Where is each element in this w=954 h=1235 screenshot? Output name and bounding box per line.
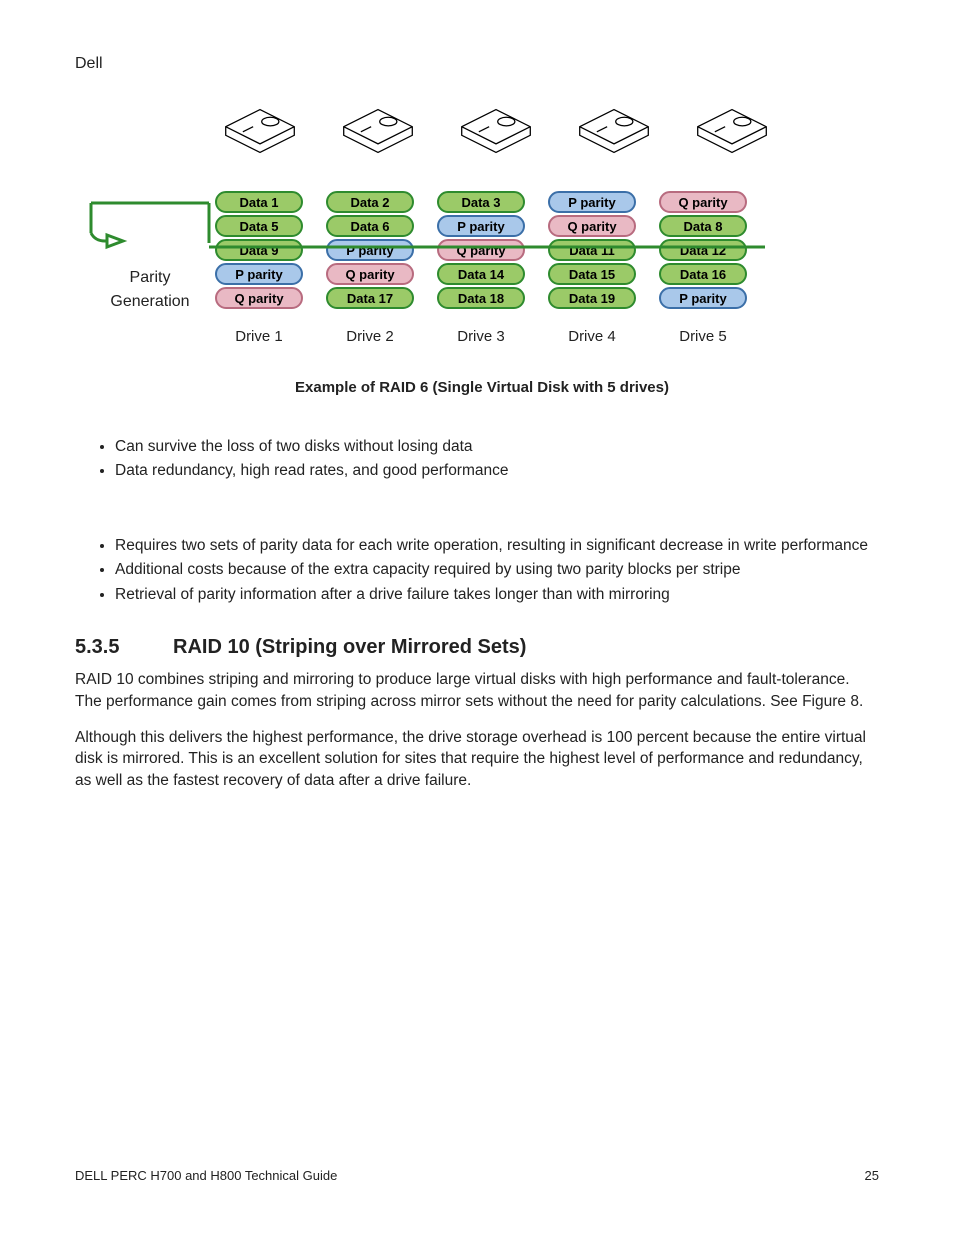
disk-icon [569, 101, 659, 161]
disk-icon [215, 101, 305, 161]
data-cell: Data 5 [215, 215, 303, 237]
drive-stack: Data 3P parityQ parityData 14Data 18 [437, 191, 525, 309]
parity-gen-column: Parity Generation [85, 191, 215, 314]
drive-stack: Data 1Data 5Data 9P parityQ parity [215, 191, 303, 309]
list-item: Retrieval of parity information after a … [115, 584, 879, 606]
data-cell: Data 12 [659, 239, 747, 261]
drive-stack: P parityQ parityData 11Data 15Data 19 [548, 191, 636, 309]
drive-stack: Data 2Data 6P parityQ parityData 17 [326, 191, 414, 309]
list-item: Requires two sets of parity data for eac… [115, 535, 879, 557]
data-cell: Data 18 [437, 287, 525, 309]
footer-left: DELL PERC H700 and H800 Technical Guide [75, 1168, 337, 1183]
section-heading: 5.3.5RAID 10 (Striping over Mirrored Set… [75, 636, 879, 659]
p-parity-cell: P parity [659, 287, 747, 309]
p-parity-cell: P parity [326, 239, 414, 261]
drive-label: Drive 5 [659, 328, 747, 345]
disk-icon [687, 101, 777, 161]
brand-label: Dell [75, 55, 879, 73]
cons-list: Requires two sets of parity data for eac… [75, 535, 879, 606]
list-item: Additional costs because of the extra ca… [115, 559, 879, 581]
section-para-2: Although this delivers the highest perfo… [75, 727, 879, 792]
figure-caption: Example of RAID 6 (Single Virtual Disk w… [85, 379, 879, 396]
q-parity-cell: Q parity [326, 263, 414, 285]
drive-stack: Q parityData 8Data 12Data 16P parity [659, 191, 747, 309]
data-cell: Data 1 [215, 191, 303, 213]
raid-row: Parity Generation Data 1Data 5Data 9P pa… [85, 191, 879, 314]
data-cell: Data 9 [215, 239, 303, 261]
disk-icon [451, 101, 541, 161]
stacks: Data 1Data 5Data 9P parityQ parityData 2… [215, 191, 747, 309]
data-cell: Data 16 [659, 263, 747, 285]
pros-list: Can survive the loss of two disks withou… [75, 436, 879, 483]
parity-gen-glyph [85, 201, 215, 261]
p-parity-cell: P parity [437, 215, 525, 237]
data-cell: Data 17 [326, 287, 414, 309]
q-parity-cell: Q parity [659, 191, 747, 213]
drive-label: Drive 1 [215, 328, 303, 345]
p-parity-cell: P parity [215, 263, 303, 285]
drive-icon-row [215, 101, 879, 161]
data-cell: Data 3 [437, 191, 525, 213]
q-parity-cell: Q parity [215, 287, 303, 309]
list-item: Can survive the loss of two disks withou… [115, 436, 879, 458]
page-footer: DELL PERC H700 and H800 Technical Guide … [75, 1168, 879, 1183]
data-cell: Data 2 [326, 191, 414, 213]
parity-label: Parity Generation [85, 266, 215, 314]
disk-icon [333, 101, 423, 161]
drive-label: Drive 3 [437, 328, 525, 345]
q-parity-cell: Q parity [437, 239, 525, 261]
raid6-diagram: Parity Generation Data 1Data 5Data 9P pa… [85, 101, 879, 396]
data-cell: Data 14 [437, 263, 525, 285]
drive-label: Drive 4 [548, 328, 636, 345]
drive-labels: Drive 1 Drive 2 Drive 3 Drive 4 Drive 5 [215, 328, 879, 345]
data-cell: Data 11 [548, 239, 636, 261]
footer-page-number: 25 [865, 1168, 879, 1183]
data-cell: Data 8 [659, 215, 747, 237]
list-item: Data redundancy, high read rates, and go… [115, 460, 879, 482]
p-parity-cell: P parity [548, 191, 636, 213]
data-cell: Data 6 [326, 215, 414, 237]
q-parity-cell: Q parity [548, 215, 636, 237]
section-para-1: RAID 10 combines striping and mirroring … [75, 669, 879, 712]
drive-label: Drive 2 [326, 328, 414, 345]
data-cell: Data 15 [548, 263, 636, 285]
page: Dell [0, 0, 954, 1235]
data-cell: Data 19 [548, 287, 636, 309]
